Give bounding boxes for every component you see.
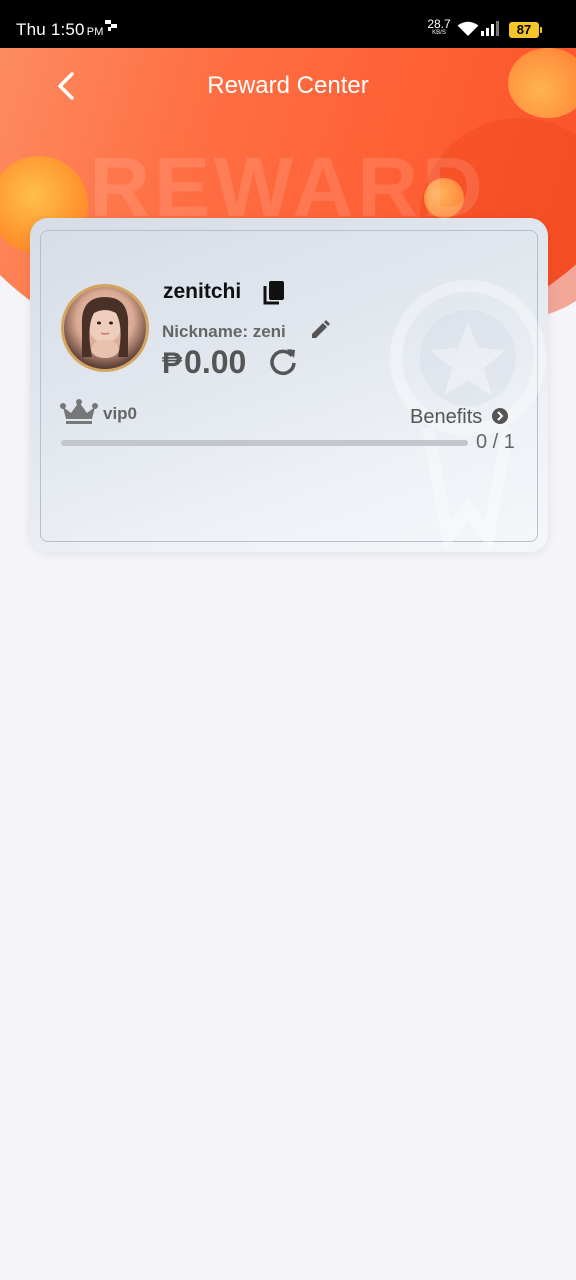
page-title: Reward Center — [207, 72, 369, 99]
crown-icon — [60, 399, 98, 424]
app-notification-icon — [105, 20, 117, 31]
balance-value: 0.00 — [184, 344, 247, 380]
vip-progress-text: 0 / 1 — [476, 431, 515, 453]
battery-indicator: 87 — [509, 22, 542, 38]
status-time: Thu 1:50 PM — [16, 20, 104, 40]
network-speed: 28.7 KB/S — [426, 17, 452, 38]
currency-symbol: ₱ — [162, 347, 183, 380]
status-time-value: Thu 1:50 — [16, 20, 85, 39]
network-speed-value: 28.7 — [427, 17, 451, 31]
wifi-icon — [457, 21, 479, 36]
avatar-image — [81, 297, 129, 358]
nickname: Nickname: zeni — [162, 322, 286, 341]
chevron-right-icon — [491, 408, 508, 425]
copy-icon[interactable] — [262, 280, 286, 306]
signal-icon — [481, 21, 499, 36]
status-time-ampm: PM — [86, 26, 104, 38]
status-bar: Thu 1:50 PM 28.7 KB/S 87 — [0, 0, 576, 48]
benefits-label: Benefits — [410, 406, 483, 428]
vip-progress-bar — [61, 440, 468, 446]
benefits-link[interactable]: Benefits — [410, 406, 508, 429]
balance: ₱0.00 — [162, 344, 246, 381]
vip-level: vip0 — [103, 404, 138, 423]
nav-bar: Reward Center — [0, 48, 576, 128]
profile-card: zenitchi Nickname: zeni ₱0.00 vip0 Benef… — [30, 218, 548, 552]
refresh-icon[interactable] — [268, 346, 298, 376]
avatar — [61, 284, 149, 372]
edit-icon[interactable] — [310, 320, 330, 340]
username: zenitchi — [163, 280, 242, 303]
